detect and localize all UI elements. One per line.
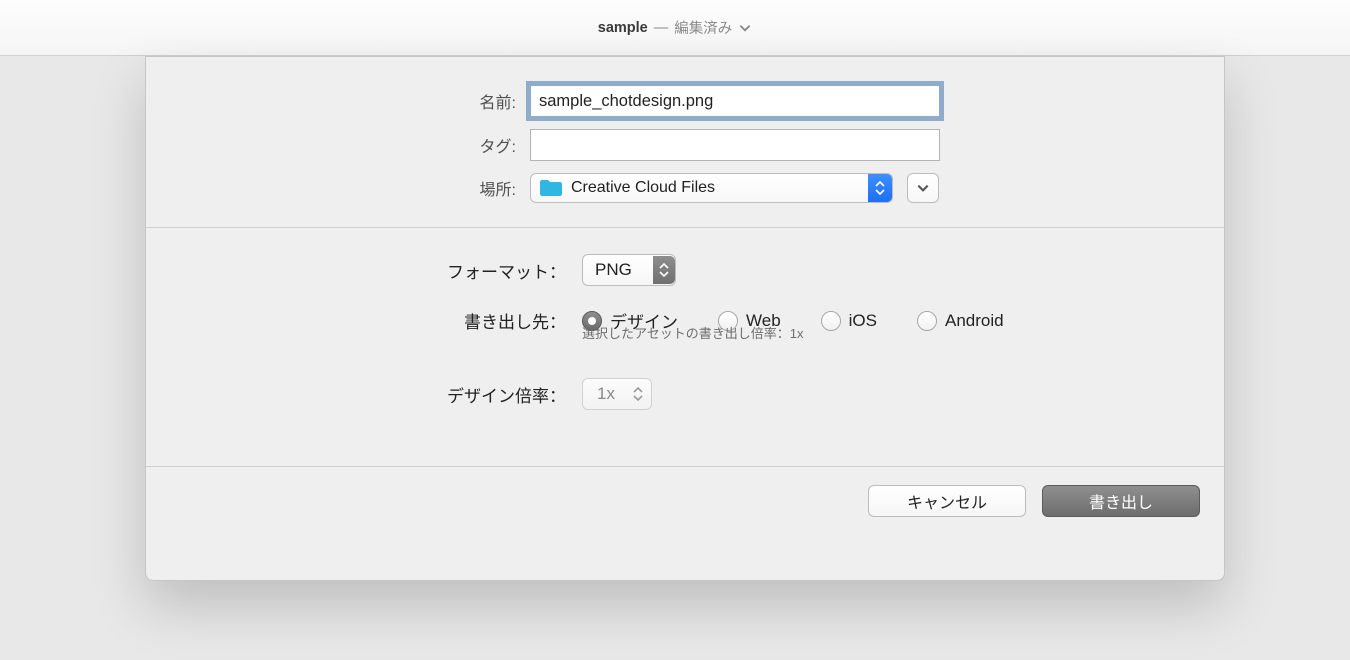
popup-arrows-icon	[653, 256, 675, 284]
filename-input[interactable]	[530, 85, 940, 117]
popup-arrows-icon	[633, 387, 643, 401]
location-popup[interactable]: Creative Cloud Files	[530, 173, 893, 203]
dialog-top-section: 名前: タグ: 場所: Creative Cloud Files	[146, 57, 1224, 228]
tags-label: タグ:	[146, 133, 516, 157]
export-scale-hint: 選択したアセットの書き出し倍率：1x	[582, 323, 1224, 342]
tags-input[interactable]	[530, 129, 940, 161]
chevron-down-icon[interactable]	[738, 21, 752, 35]
design-scale-value: 1x	[597, 384, 633, 404]
folder-icon	[539, 179, 563, 197]
format-label: フォーマット：	[146, 258, 566, 283]
export-button[interactable]: 書き出し	[1042, 485, 1200, 517]
titlebar-separator: —	[654, 20, 669, 36]
titlebar-title: sample	[598, 20, 648, 36]
design-scale-label: デザイン倍率：	[146, 382, 566, 407]
location-label: 場所:	[146, 176, 516, 200]
format-value: PNG	[595, 260, 653, 280]
export-dialog: 名前: タグ: 場所: Creative Cloud Files	[145, 56, 1225, 581]
name-label: 名前:	[146, 89, 516, 113]
design-scale-select[interactable]: 1x	[582, 378, 652, 410]
popup-arrows-icon	[868, 174, 892, 202]
dialog-mid-section: フォーマット： PNG 書き出し先： デザイン	[146, 228, 1224, 467]
dialog-footer: キャンセル 書き出し	[146, 467, 1224, 535]
cancel-button[interactable]: キャンセル	[868, 485, 1026, 517]
export-to-label: 書き出し先：	[146, 308, 566, 333]
location-value: Creative Cloud Files	[571, 179, 868, 197]
format-select[interactable]: PNG	[582, 254, 676, 286]
window-titlebar: sample — 編集済み	[0, 0, 1350, 56]
location-disclosure-button[interactable]	[907, 173, 939, 203]
titlebar-status: 編集済み	[674, 17, 732, 38]
